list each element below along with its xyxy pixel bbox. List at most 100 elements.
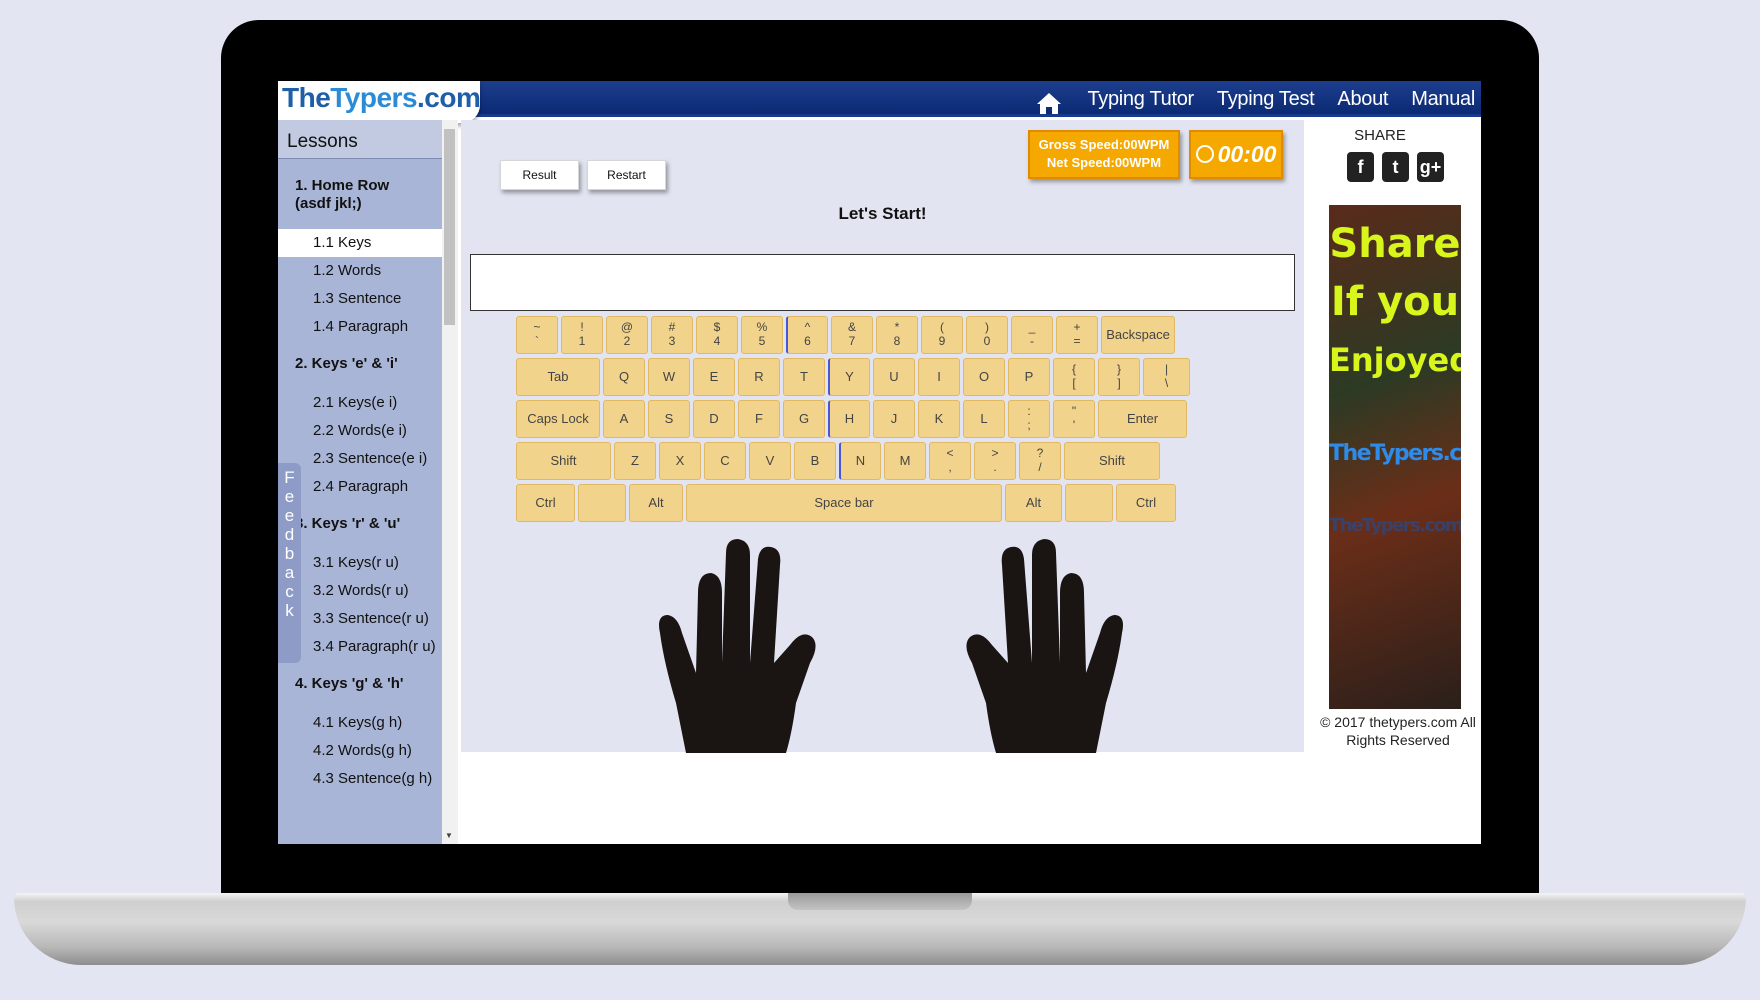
key-caps-lock[interactable]: Caps Lock (516, 400, 600, 438)
key-t[interactable]: T (783, 358, 825, 396)
nav-manual[interactable]: Manual (1411, 88, 1475, 111)
lesson-item-1-4[interactable]: 1.4 Paragraph (278, 313, 442, 341)
lesson-item-1-1[interactable]: 1.1 Keys (278, 229, 442, 257)
lesson-item-4-2[interactable]: 4.2 Words(g h) (278, 737, 442, 765)
key-shift[interactable]: Shift (516, 442, 611, 480)
key-4-key[interactable]: $4 (696, 316, 738, 354)
key-v[interactable]: V (749, 442, 791, 480)
lesson-item-2-3[interactable]: 2.3 Sentence(e i) (278, 445, 442, 473)
lesson-item-1-3[interactable]: 1.3 Sentence (278, 285, 442, 313)
google-plus-icon[interactable]: g+ (1417, 152, 1444, 182)
key-7-key[interactable]: & 7 (831, 316, 873, 354)
key-y[interactable]: Y (828, 358, 870, 396)
lesson-item-3-3[interactable]: 3.3 Sentence(r u) (278, 605, 442, 633)
key-z[interactable]: Z (614, 442, 656, 480)
key-1-key[interactable]: ! 1 (561, 316, 603, 354)
lesson-item-2-4[interactable]: 2.4 Paragraph (278, 473, 442, 501)
lesson-group-1[interactable]: 1. Home Row (asdf jkl;) (278, 177, 428, 213)
key-6-key[interactable]: ^ 6 (786, 316, 828, 354)
key-enter[interactable]: Enter (1098, 400, 1187, 438)
key--key[interactable]: :; (1008, 400, 1050, 438)
key-alt[interactable]: Alt (629, 484, 683, 522)
key-n[interactable]: N (839, 442, 881, 480)
nav-typing-test[interactable]: Typing Test (1217, 88, 1315, 111)
nav-about[interactable]: About (1337, 88, 1388, 111)
restart-button[interactable]: Restart (587, 160, 666, 190)
key-l[interactable]: L (963, 400, 1005, 438)
key-backspace[interactable]: Backspace (1101, 316, 1175, 354)
key-blank[interactable] (1065, 484, 1113, 522)
lesson-item-2-1[interactable]: 2.1 Keys(e i) (278, 389, 442, 417)
key-8-key[interactable]: * 8 (876, 316, 918, 354)
key-a[interactable]: A (603, 400, 645, 438)
key-c[interactable]: C (704, 442, 746, 480)
key-r[interactable]: R (738, 358, 780, 396)
lesson-item-3-4[interactable]: 3.4 Paragraph(r u) (278, 633, 442, 661)
key-h[interactable]: H (828, 400, 870, 438)
lesson-group-3[interactable]: 3. Keys 'r' & 'u' (278, 515, 442, 533)
lesson-item-2-2[interactable]: 2.2 Words(e i) (278, 417, 442, 445)
key-ctrl[interactable]: Ctrl (516, 484, 575, 522)
key-w[interactable]: W (648, 358, 690, 396)
feedback-tab[interactable]: Feedback (278, 463, 301, 663)
feedback-letter: c (285, 582, 294, 601)
key--key[interactable]: {[ (1053, 358, 1095, 396)
key-e[interactable]: E (693, 358, 735, 396)
key-9-key[interactable]: (9 (921, 316, 963, 354)
key-3-key[interactable]: #3 (651, 316, 693, 354)
key-o[interactable]: O (963, 358, 1005, 396)
key--key[interactable]: >. (974, 442, 1016, 480)
ad-line-1: Share (1329, 221, 1461, 267)
lesson-item-3-2[interactable]: 3.2 Words(r u) (278, 577, 442, 605)
ad-line-3: Enjoyed (1329, 341, 1461, 379)
key-s[interactable]: S (648, 400, 690, 438)
key--key[interactable]: ? / (1019, 442, 1061, 480)
key-ctrl[interactable]: Ctrl (1116, 484, 1176, 522)
key-blank[interactable] (578, 484, 626, 522)
key--key[interactable]: | \ (1143, 358, 1190, 396)
sidebar-scroll-thumb[interactable] (444, 129, 455, 325)
lesson-item-4-1[interactable]: 4.1 Keys(g h) (278, 709, 442, 737)
key-f[interactable]: F (738, 400, 780, 438)
site-logo[interactable]: TheTypers.com (278, 81, 481, 123)
lesson-item-1-2[interactable]: 1.2 Words (278, 257, 442, 285)
left-hand-icon (659, 539, 816, 753)
key-m[interactable]: M (884, 442, 926, 480)
key--key[interactable]: + = (1056, 316, 1098, 354)
key-tab[interactable]: Tab (516, 358, 600, 396)
key-q[interactable]: Q (603, 358, 645, 396)
lesson-item-4-3[interactable]: 4.3 Sentence(g h) (278, 765, 442, 793)
lesson-group-2[interactable]: 2. Keys 'e' & 'i' (278, 355, 442, 373)
key--key[interactable]: " ' (1053, 400, 1095, 438)
key-0-key[interactable]: ) 0 (966, 316, 1008, 354)
key-k[interactable]: K (918, 400, 960, 438)
key-shift[interactable]: Shift (1064, 442, 1160, 480)
key-2-key[interactable]: @2 (606, 316, 648, 354)
key-p[interactable]: P (1008, 358, 1050, 396)
key-u[interactable]: U (873, 358, 915, 396)
key-x[interactable]: X (659, 442, 701, 480)
home-icon[interactable] (1036, 91, 1062, 115)
twitter-icon[interactable]: t (1382, 152, 1409, 182)
result-button[interactable]: Result (500, 160, 579, 190)
key-alt[interactable]: Alt (1005, 484, 1062, 522)
key--key[interactable]: <, (929, 442, 971, 480)
key-i[interactable]: I (918, 358, 960, 396)
share-banner-ad[interactable]: Share If you Enjoyed TheTypers.com TheTy… (1329, 205, 1461, 709)
key-d[interactable]: D (693, 400, 735, 438)
key-5-key[interactable]: % 5 (741, 316, 783, 354)
keyboard-row3: Caps Lock A S D F G H J K L:; " ' Enter (516, 400, 1252, 442)
typing-display[interactable] (470, 254, 1295, 311)
key--key[interactable]: }] (1098, 358, 1140, 396)
facebook-icon[interactable]: f (1347, 152, 1374, 182)
key-g[interactable]: G (783, 400, 825, 438)
key-b[interactable]: B (794, 442, 836, 480)
key--key[interactable]: ~ ` (516, 316, 558, 354)
nav-typing-tutor[interactable]: Typing Tutor (1087, 88, 1194, 111)
lesson-group-4[interactable]: 4. Keys 'g' & 'h' (278, 675, 442, 693)
key--key[interactable]: _ - (1011, 316, 1053, 354)
scroll-down-icon[interactable]: ▼ (445, 831, 453, 840)
lesson-item-3-1[interactable]: 3.1 Keys(r u) (278, 549, 442, 577)
key-space-bar[interactable]: Space bar (686, 484, 1002, 522)
key-j[interactable]: J (873, 400, 915, 438)
